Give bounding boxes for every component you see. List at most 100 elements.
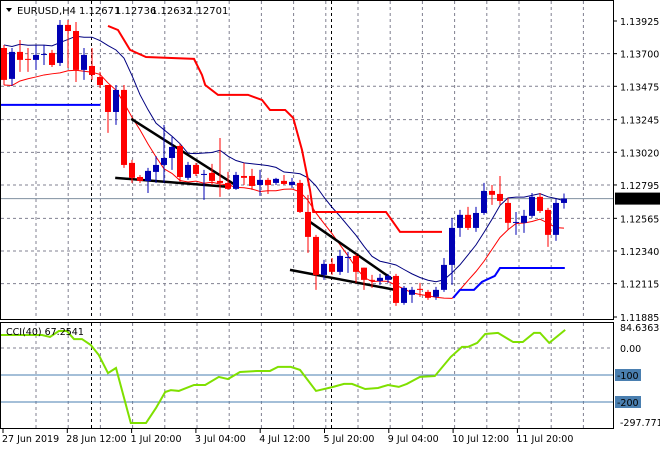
candle-body	[25, 58, 31, 60]
support-step-line	[452, 266, 565, 299]
candle-body	[81, 54, 87, 70]
cci-title: CCI(40) 67.2541	[6, 327, 84, 338]
candle[interactable]	[33, 44, 39, 70]
candle[interactable]	[361, 267, 367, 290]
candle[interactable]	[265, 177, 271, 194]
candle[interactable]	[393, 273, 399, 306]
candle[interactable]	[161, 124, 167, 183]
candle[interactable]	[217, 137, 223, 197]
candle[interactable]	[57, 19, 63, 66]
candle-body	[313, 236, 319, 275]
time-tick-label: 27 Jun 2019	[2, 434, 59, 445]
candle[interactable]	[41, 44, 47, 65]
cci-level-label: -100	[617, 371, 639, 382]
candle-body	[537, 196, 543, 211]
candle-body	[129, 162, 135, 178]
candle[interactable]	[473, 206, 479, 232]
candle-body	[345, 256, 351, 258]
candle[interactable]	[241, 162, 247, 185]
candle-body	[73, 31, 79, 70]
candle[interactable]	[81, 47, 87, 80]
time-tick-label: 1 Jul 20:00	[131, 434, 182, 445]
candle-body	[145, 170, 151, 181]
candle[interactable]	[409, 286, 415, 303]
header: EURUSD,H4 1.12671 1.12736 1.12632 1.1270…	[6, 6, 228, 17]
price-chart[interactable]: EURUSD,H4 1.12671 1.12736 1.12632 1.1270…	[0, 0, 660, 450]
time-tick-label: 10 Jul 12:00	[452, 434, 509, 445]
candle[interactable]	[1, 44, 7, 85]
candle-body	[417, 288, 423, 290]
candle[interactable]	[297, 179, 303, 213]
candle[interactable]	[329, 257, 335, 275]
candle-body	[113, 89, 119, 112]
candle[interactable]	[313, 234, 319, 290]
candle[interactable]	[561, 193, 567, 209]
candle-body	[273, 178, 279, 183]
candle[interactable]	[193, 162, 199, 176]
candle[interactable]	[521, 209, 527, 233]
candle[interactable]	[137, 174, 143, 183]
time-tick-label: 4 Jul 12:00	[259, 434, 310, 445]
dropdown-triangle-icon[interactable]	[6, 8, 12, 12]
candle[interactable]	[537, 192, 543, 213]
candle[interactable]	[481, 182, 487, 215]
candle-body	[193, 164, 199, 174]
candle-body	[465, 214, 471, 228]
candle-body	[9, 51, 15, 79]
candle[interactable]	[457, 209, 463, 237]
candle[interactable]	[377, 273, 383, 285]
time-tick-label: 3 Jul 04:00	[195, 434, 246, 445]
candle-body	[121, 89, 127, 165]
candle-body	[1, 47, 7, 80]
candle[interactable]	[337, 249, 343, 275]
candle-body	[241, 175, 247, 178]
candle[interactable]	[425, 289, 431, 300]
candle[interactable]	[185, 161, 191, 180]
candle-body	[369, 279, 375, 281]
candle[interactable]	[497, 175, 503, 205]
candle[interactable]	[505, 197, 511, 230]
candle[interactable]	[401, 285, 407, 305]
candle-body	[385, 275, 391, 280]
time-tick-label: 28 Jun 12:00	[66, 434, 126, 445]
candle[interactable]	[9, 47, 15, 87]
candle[interactable]	[281, 174, 287, 185]
candle[interactable]	[177, 143, 183, 182]
candle[interactable]	[105, 84, 111, 133]
candle-body	[425, 291, 431, 298]
candle[interactable]	[345, 251, 351, 273]
candle[interactable]	[209, 163, 215, 185]
candle-body	[329, 263, 335, 272]
candle[interactable]	[113, 84, 119, 125]
time-tick-label: 5 Jul 20:00	[324, 434, 375, 445]
candle[interactable]	[489, 184, 495, 205]
current-price-label: 1.12701	[619, 195, 658, 206]
candle[interactable]	[49, 49, 55, 67]
candle[interactable]	[257, 169, 263, 196]
candle[interactable]	[25, 47, 31, 72]
candle-body	[505, 202, 511, 223]
candle[interactable]	[65, 19, 71, 69]
candle[interactable]	[145, 167, 151, 193]
candle[interactable]	[89, 47, 95, 80]
main-panel[interactable]	[0, 19, 567, 306]
candle-body	[353, 255, 359, 272]
candle[interactable]	[249, 168, 255, 190]
candle[interactable]	[121, 84, 127, 168]
candle[interactable]	[289, 177, 295, 188]
candle-body	[529, 196, 535, 216]
candle-body	[185, 164, 191, 178]
candle[interactable]	[465, 206, 471, 230]
candle[interactable]	[233, 171, 239, 190]
candle[interactable]	[169, 136, 175, 170]
candle[interactable]	[273, 177, 279, 185]
candle[interactable]	[553, 198, 559, 241]
candle[interactable]	[529, 192, 535, 218]
candle-body	[377, 277, 383, 281]
cci-axis-label: -297.7712	[620, 418, 660, 429]
candle-body	[153, 164, 159, 172]
candle[interactable]	[73, 22, 79, 82]
candle[interactable]	[545, 207, 551, 247]
candle[interactable]	[441, 257, 447, 292]
time-tick-label: 11 Jul 20:00	[516, 434, 573, 445]
